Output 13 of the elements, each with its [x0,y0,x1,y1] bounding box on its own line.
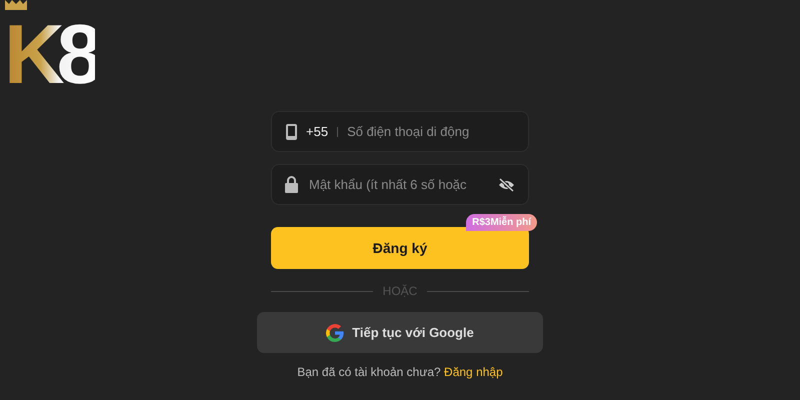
register-button[interactable]: Đăng ký [271,227,529,269]
phone-icon [286,124,297,140]
promo-badge: R$3Miễn phí [466,214,537,231]
google-button[interactable]: Tiếp tục với Google [257,312,543,353]
crown-icon [5,0,27,10]
google-icon [326,324,344,342]
lock-icon [285,176,298,193]
password-field[interactable]: Mật khẩu (ít nhất 6 số hoặc [271,164,529,205]
login-prompt: Bạn đã có tài khoản chưa? Đăng nhập [297,365,503,379]
country-code[interactable]: +55 [306,124,328,139]
login-link[interactable]: Đăng nhập [444,365,503,379]
phone-field[interactable]: +55 Số điện thoại di động [271,111,529,152]
eye-slash-icon[interactable] [498,178,515,192]
